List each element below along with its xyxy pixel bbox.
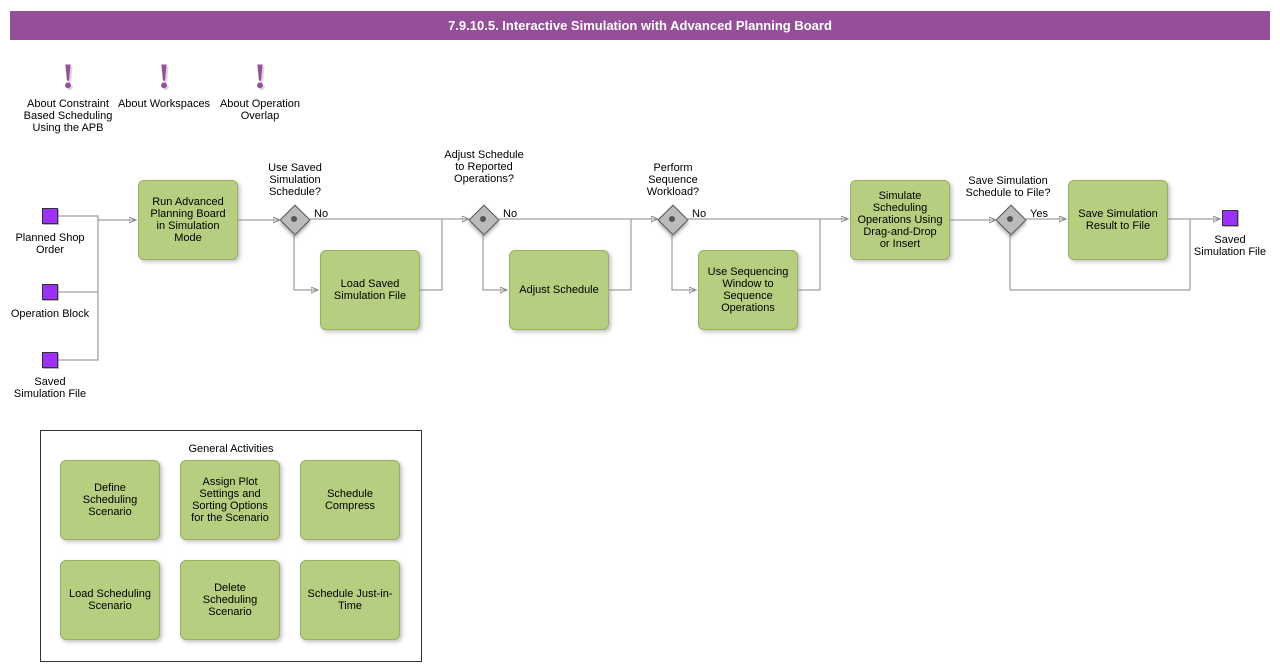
note-label: About Constraint Based Scheduling Using … (18, 98, 118, 134)
gateway-no-label: No (692, 208, 706, 220)
end-label: Saved Simulation File (1190, 234, 1270, 258)
activity-save-result[interactable]: Save Simulation Result to File (1068, 180, 1168, 260)
exclaim-icon: ! (210, 58, 310, 94)
activity-load-saved-file[interactable]: Load Saved Simulation File (320, 250, 420, 330)
start-event-saved-sim-file (42, 352, 58, 368)
note-label: About Workspaces (114, 98, 214, 110)
start-label: Operation Block (10, 308, 90, 320)
activity-run-apb[interactable]: Run Advanced Planning Board in Simulatio… (138, 180, 238, 260)
gateway-question: Adjust Schedule to Reported Operations? (444, 149, 524, 185)
gateway-perform-workload (658, 205, 686, 233)
note-operation-overlap[interactable]: ! About Operation Overlap (210, 58, 310, 122)
exclaim-icon: ! (18, 58, 118, 94)
activity-simulate-drag-drop[interactable]: Simulate Scheduling Operations Using Dra… (850, 180, 950, 260)
start-label: Saved Simulation File (10, 376, 90, 400)
activity-sequencing-window[interactable]: Use Sequencing Window to Sequence Operat… (698, 250, 798, 330)
activity-adjust-schedule[interactable]: Adjust Schedule (509, 250, 609, 330)
activity-load-scenario[interactable]: Load Scheduling Scenario (60, 560, 160, 640)
activity-define-scenario[interactable]: Define Scheduling Scenario (60, 460, 160, 540)
exclaim-icon: ! (114, 58, 214, 94)
note-label: About Operation Overlap (210, 98, 310, 122)
activity-assign-plot-settings[interactable]: Assign Plot Settings and Sorting Options… (180, 460, 280, 540)
start-event-operation-block (42, 284, 58, 300)
gateway-adjust-schedule (469, 205, 497, 233)
activity-delete-scenario[interactable]: Delete Scheduling Scenario (180, 560, 280, 640)
gateway-question: Use Saved Simulation Schedule? (255, 162, 335, 198)
note-workspaces[interactable]: ! About Workspaces (114, 58, 214, 110)
gateway-use-saved-schedule (280, 205, 308, 233)
activity-schedule-jit[interactable]: Schedule Just-in-Time (300, 560, 400, 640)
start-label: Planned Shop Order (10, 232, 90, 256)
note-constraint-scheduling[interactable]: ! About Constraint Based Scheduling Usin… (18, 58, 118, 134)
gateway-yes-label: Yes (1030, 208, 1048, 220)
start-event-planned-shop-order (42, 208, 58, 224)
end-event-saved-sim-file (1222, 210, 1238, 226)
general-activities-title: General Activities (41, 443, 421, 455)
gateway-no-label: No (503, 208, 517, 220)
activity-schedule-compress[interactable]: Schedule Compress (300, 460, 400, 540)
gateway-question: Perform Sequence Workload? (633, 162, 713, 198)
page-title: 7.9.10.5. Interactive Simulation with Ad… (10, 11, 1270, 40)
gateway-question: Save Simulation Schedule to File? (958, 175, 1058, 199)
gateway-save-to-file (996, 205, 1024, 233)
gateway-no-label: No (314, 208, 328, 220)
